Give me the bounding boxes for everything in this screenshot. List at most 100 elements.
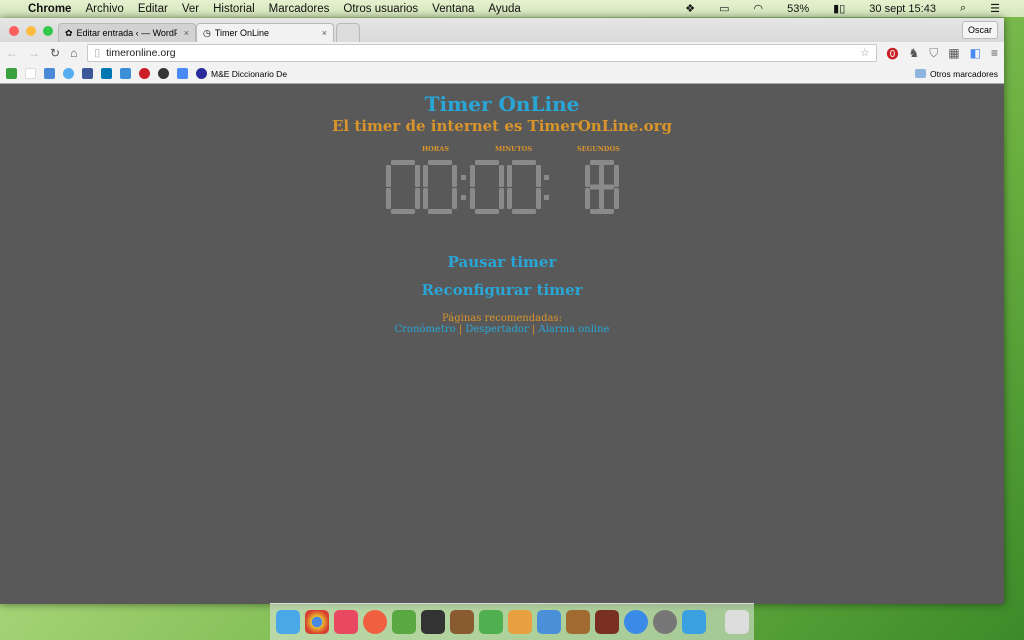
menu-editar[interactable]: Editar [138, 3, 168, 15]
pages-icon[interactable] [507, 610, 532, 634]
pocket-app-icon[interactable] [333, 610, 358, 634]
pause-timer-button[interactable]: Pausar timer [0, 253, 1004, 271]
airplay-icon[interactable]: ▭ [719, 2, 729, 15]
segment-e [585, 188, 590, 209]
app-icon[interactable] [362, 610, 387, 634]
bookmark-mail-icon[interactable] [44, 68, 55, 79]
colon-dot [544, 195, 549, 200]
menu-otros-usuarios[interactable]: Otros usuarios [343, 3, 418, 15]
menu-app-name[interactable]: Chrome [28, 3, 71, 15]
segment-b [499, 165, 504, 187]
reload-icon[interactable]: ↻ [50, 46, 60, 60]
folder-icon [914, 69, 926, 78]
evernote-app-icon[interactable] [391, 610, 416, 634]
numbers-icon[interactable] [478, 610, 503, 634]
trash-icon[interactable] [724, 610, 749, 634]
minimize-window-button[interactable] [26, 26, 36, 36]
tab-label: Timer OnLine [214, 28, 270, 38]
tab-wordpress[interactable]: ✿ Editar entrada ‹ — WordPress × [58, 23, 196, 42]
minutes-digit [507, 160, 541, 214]
forward-icon[interactable]: → [28, 46, 40, 60]
bookmark-app-icon[interactable] [120, 68, 131, 79]
segment-b [415, 165, 420, 187]
battery-percent[interactable]: 53% [787, 3, 809, 15]
bookmark-wordpress-icon[interactable] [158, 68, 169, 79]
hours-digit [386, 160, 420, 214]
segment-f [507, 165, 512, 187]
menu-historial[interactable]: Historial [213, 3, 255, 15]
bookmark-diccionario[interactable]: M&E Diccionario De [196, 68, 287, 79]
reset-timer-button[interactable]: Reconfigurar timer [0, 281, 1004, 299]
simplenote-icon[interactable] [681, 610, 706, 634]
keynote-icon[interactable] [536, 610, 561, 634]
dock [270, 603, 754, 640]
system-preferences-icon[interactable] [652, 610, 677, 634]
segment-b [614, 165, 619, 187]
url-text[interactable]: timeronline.org [106, 47, 175, 59]
address-bar[interactable]: ▯ timeronline.org ☆ [87, 44, 877, 62]
menu-marcadores[interactable]: Marcadores [269, 3, 330, 15]
segment-b [452, 165, 457, 187]
segment-a [512, 160, 536, 165]
link-despertador[interactable]: Despertador [465, 324, 528, 335]
bookmark-ae-icon[interactable] [25, 68, 36, 79]
close-window-button[interactable] [9, 26, 19, 36]
app-store-icon[interactable] [623, 610, 648, 634]
garageband-icon[interactable] [565, 610, 590, 634]
dropbox-icon[interactable]: ❖ [685, 2, 695, 15]
link-cronometro[interactable]: Cronómetro [395, 324, 456, 335]
bookmark-translate-icon[interactable] [177, 68, 188, 79]
menu-icon[interactable]: ≡ [991, 46, 998, 60]
segment-f [470, 165, 475, 187]
zoom-window-button[interactable] [43, 26, 53, 36]
pinterest-icon[interactable]: ⓿ [887, 45, 899, 62]
bookmark-pinterest-icon[interactable] [139, 68, 150, 79]
segment-f [386, 165, 391, 187]
close-tab-icon[interactable]: × [184, 28, 189, 38]
tab-timer-online[interactable]: ◷ Timer OnLine × [196, 23, 334, 42]
link-alarma-online[interactable]: Alarma online [538, 324, 609, 335]
wifi-icon[interactable]: ◠ [754, 2, 764, 15]
back-icon[interactable]: ← [6, 46, 18, 60]
books-icon[interactable] [449, 610, 474, 634]
translate-icon[interactable]: ◧ [970, 46, 981, 60]
menu-ver[interactable]: Ver [182, 3, 199, 15]
menu-bar: Chrome Archivo Editar Ver Historial Marc… [0, 0, 1024, 17]
close-tab-icon[interactable]: × [322, 28, 327, 38]
bookmark-facebook-icon[interactable] [82, 68, 93, 79]
evernote-icon[interactable]: ♞ [909, 46, 920, 60]
segment-e [423, 188, 428, 209]
browser-window: ✿ Editar entrada ‹ — WordPress × ◷ Timer… [0, 18, 1004, 604]
segment-c [614, 188, 619, 209]
scrivener-icon[interactable] [420, 610, 445, 634]
chrome-icon[interactable] [304, 610, 329, 634]
minutes-label: MINUTOS [495, 145, 533, 153]
tab-strip: ✿ Editar entrada ‹ — WordPress × ◷ Timer… [0, 18, 1004, 42]
tab-label: Editar entrada ‹ — WordPress [76, 28, 177, 38]
spotlight-icon[interactable]: ⌕ [960, 2, 966, 15]
colon-dot [461, 195, 466, 200]
profile-button[interactable]: Oscar [961, 21, 998, 39]
film-icon[interactable]: ▦ [948, 46, 959, 60]
bookmark-feedly-icon[interactable] [6, 68, 17, 79]
new-tab-button[interactable] [336, 23, 360, 42]
page-content: Timer OnLine El timer de internet es Tim… [0, 84, 1004, 604]
segment-b [599, 165, 604, 187]
other-bookmarks[interactable]: Otros marcadores [914, 69, 998, 79]
hours-digit [423, 160, 457, 214]
bookmark-linkedin-icon[interactable] [101, 68, 112, 79]
pocket-icon[interactable]: ⛉ [929, 46, 938, 61]
segment-e [470, 188, 475, 209]
finder-icon[interactable] [275, 610, 300, 634]
battery-icon[interactable]: ▮▯ [833, 2, 845, 15]
menu-archivo[interactable]: Archivo [85, 3, 123, 15]
bookmark-twitter-icon[interactable] [63, 68, 74, 79]
clock[interactable]: 30 sept 15:43 [869, 3, 936, 15]
toolbar: ← → ↻ ⌂ ▯ timeronline.org ☆ ⓿ ♞ ⛉ ▦ ◧ ≡ [0, 42, 1004, 64]
piano-icon[interactable] [594, 610, 619, 634]
notification-center-icon[interactable]: ☰ [990, 2, 1000, 15]
bookmark-star-icon[interactable]: ☆ [860, 47, 869, 59]
menu-ventana[interactable]: Ventana [432, 3, 474, 15]
home-icon[interactable]: ⌂ [70, 46, 77, 60]
menu-ayuda[interactable]: Ayuda [488, 3, 520, 15]
